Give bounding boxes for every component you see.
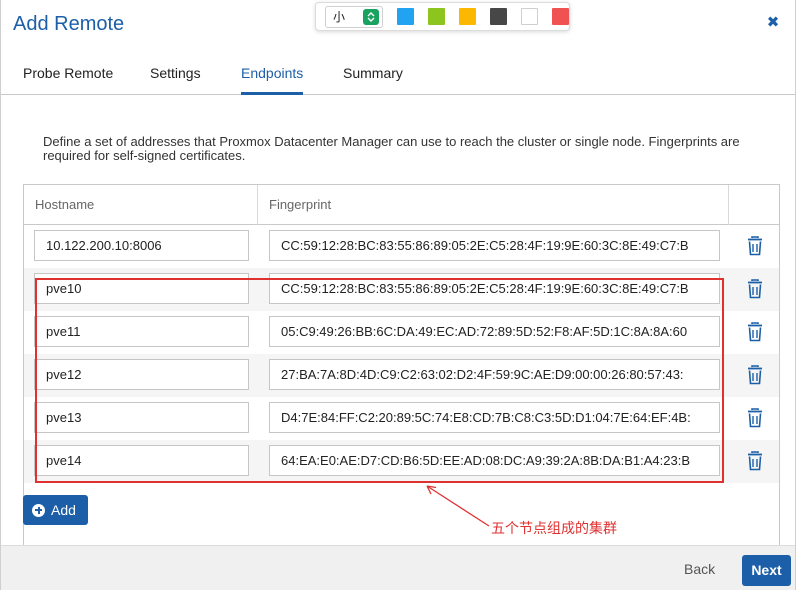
color-swatch-dark-gray[interactable] xyxy=(490,8,507,25)
hostname-field[interactable]: pve13 xyxy=(34,402,249,433)
tab-bar: Probe Remote Settings Endpoints Summary xyxy=(1,50,795,95)
table-row: pve11 05:C9:49:26:BB:6C:DA:49:EC:AD:72:89… xyxy=(24,311,779,354)
color-swatch-blue[interactable] xyxy=(397,8,414,25)
hostname-field[interactable]: pve12 xyxy=(34,359,249,390)
add-endpoint-button[interactable]: Add xyxy=(23,495,88,525)
hostname-field[interactable]: pve10 xyxy=(34,273,249,304)
add-remote-dialog: Add Remote ✖ 小 Probe Remote Settings End… xyxy=(0,0,796,590)
annotation-note: 五个节点组成的集群 xyxy=(491,521,617,537)
tab-probe-remote[interactable]: Probe Remote xyxy=(23,65,113,81)
table-row: pve14 64:EA:E0:AE:D7:CD:B6:5D:EE:AD:08:DC… xyxy=(24,440,779,483)
tab-settings[interactable]: Settings xyxy=(150,65,201,81)
endpoints-table: Hostname Fingerprint 10.122.200.10:8006 C… xyxy=(23,184,780,577)
tab-summary[interactable]: Summary xyxy=(343,65,403,81)
font-size-value: 小 xyxy=(333,10,346,24)
font-size-select[interactable]: 小 xyxy=(325,5,383,28)
trash-icon[interactable] xyxy=(746,236,764,256)
fingerprint-field[interactable]: 64:EA:E0:AE:D7:CD:B6:5D:EE:AD:08:DC:A9:3… xyxy=(269,445,720,476)
column-header-actions xyxy=(729,185,779,225)
trash-icon[interactable] xyxy=(746,451,764,471)
trash-icon[interactable] xyxy=(746,365,764,385)
endpoints-panel: Define a set of addresses that Proxmox D… xyxy=(1,95,795,577)
fingerprint-field[interactable]: D4:7E:84:FF:C2:20:89:5C:74:E8:CD:7B:C8:C… xyxy=(269,402,720,433)
table-row: 10.122.200.10:8006 CC:59:12:28:BC:83:55:8… xyxy=(24,225,779,268)
table-row: pve10 CC:59:12:28:BC:83:55:86:89:05:2E:C5… xyxy=(24,268,779,311)
table-header: Hostname Fingerprint xyxy=(24,185,779,225)
fingerprint-field[interactable]: CC:59:12:28:BC:83:55:86:89:05:2E:C5:28:4… xyxy=(269,273,720,304)
annotation-toolbar: 小 xyxy=(315,2,570,31)
dialog-footer: Back Next xyxy=(1,545,795,590)
stepper-icon xyxy=(363,8,379,25)
trash-icon[interactable] xyxy=(746,279,764,299)
hostname-field[interactable]: pve11 xyxy=(34,316,249,347)
column-header-fingerprint[interactable]: Fingerprint xyxy=(258,185,729,225)
trash-icon[interactable] xyxy=(746,408,764,428)
hostname-field[interactable]: pve14 xyxy=(34,445,249,476)
next-button[interactable]: Next xyxy=(742,555,791,586)
close-icon[interactable]: ✖ xyxy=(765,15,781,31)
table-row: pve13 D4:7E:84:FF:C2:20:89:5C:74:E8:CD:7B… xyxy=(24,397,779,440)
endpoints-description: Define a set of addresses that Proxmox D… xyxy=(43,134,740,163)
color-swatch-yellow[interactable] xyxy=(459,8,476,25)
hostname-field[interactable]: 10.122.200.10:8006 xyxy=(34,230,249,261)
fingerprint-field[interactable]: 27:BA:7A:8D:4D:C9:C2:63:02:D2:4F:59:9C:A… xyxy=(269,359,720,390)
plus-circle-icon xyxy=(32,503,45,517)
color-swatch-red[interactable] xyxy=(552,8,569,25)
column-header-hostname[interactable]: Hostname xyxy=(24,185,258,225)
tab-endpoints[interactable]: Endpoints xyxy=(241,65,303,81)
trash-icon[interactable] xyxy=(746,322,764,342)
fingerprint-field[interactable]: 05:C9:49:26:BB:6C:DA:49:EC:AD:72:89:5D:5… xyxy=(269,316,720,347)
add-button-label: Add xyxy=(51,502,76,518)
color-swatch-white[interactable] xyxy=(521,8,538,25)
back-button[interactable]: Back xyxy=(684,561,715,577)
fingerprint-field[interactable]: CC:59:12:28:BC:83:55:86:89:05:2E:C5:28:4… xyxy=(269,230,720,261)
table-row: pve12 27:BA:7A:8D:4D:C9:C2:63:02:D2:4F:59… xyxy=(24,354,779,397)
dialog-title: Add Remote xyxy=(13,13,125,35)
color-swatch-green[interactable] xyxy=(428,8,445,25)
